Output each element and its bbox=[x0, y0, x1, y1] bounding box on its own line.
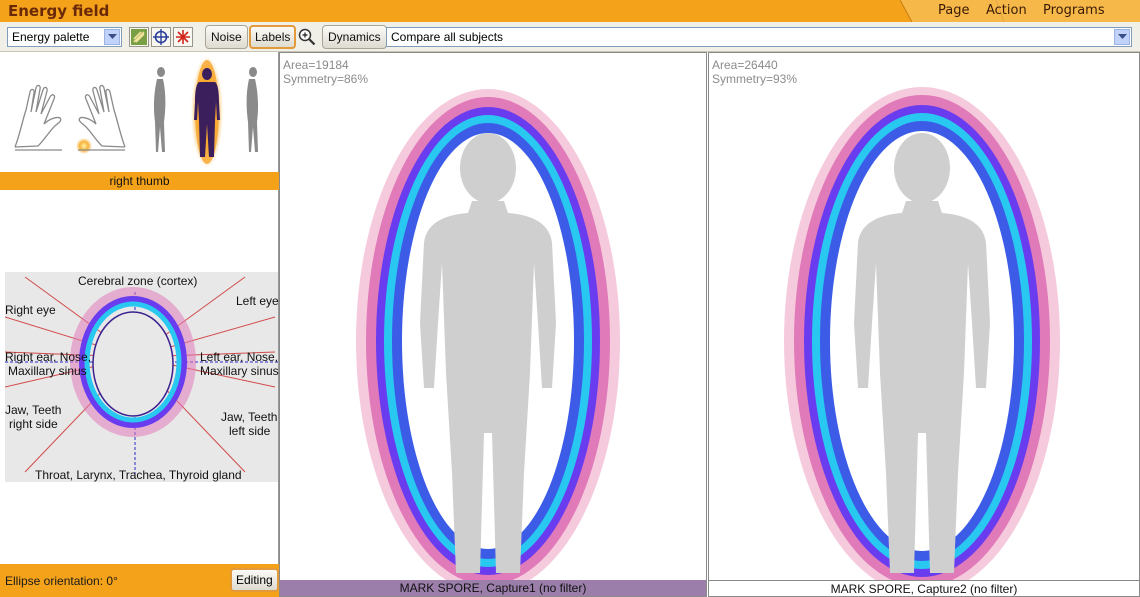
app-title: Energy field bbox=[8, 2, 110, 20]
compare-select-value: Compare all subjects bbox=[391, 30, 504, 44]
editing-button[interactable]: Editing bbox=[230, 568, 279, 592]
area-value: Area=19184 bbox=[283, 58, 349, 72]
crosshair-icon[interactable] bbox=[151, 27, 171, 47]
menu-page[interactable]: Page bbox=[938, 3, 969, 18]
zoom-in-icon[interactable] bbox=[298, 28, 316, 46]
brush-tool-icon[interactable] bbox=[129, 27, 149, 47]
capture-panel-2[interactable]: Area=26440 Symmetry=93% MARK SPORE, Capt… bbox=[708, 52, 1140, 597]
palette-select-value: Energy palette bbox=[12, 30, 90, 44]
zone-map: Cerebral zone (cortex) Left eye Right ey… bbox=[5, 272, 279, 482]
capture-caption: MARK SPORE, Capture2 (no filter) bbox=[709, 580, 1139, 596]
capture-stats: Area=19184 Symmetry=86% bbox=[283, 58, 368, 86]
ellipse-orientation: Ellipse orientation: 0° bbox=[5, 574, 118, 588]
menu-programs[interactable]: Programs bbox=[1043, 3, 1105, 18]
compare-select[interactable]: Compare all subjects bbox=[386, 27, 1132, 47]
zone-right-eye: Right eye bbox=[5, 303, 56, 317]
zone-cerebral: Cerebral zone (cortex) bbox=[78, 274, 198, 288]
status-bar: Ellipse orientation: 0° Editing bbox=[0, 564, 279, 597]
chevron-down-icon[interactable] bbox=[1114, 29, 1130, 45]
zone-right-ear-2: Maxillary sinus bbox=[8, 364, 87, 378]
menu-action[interactable]: Action bbox=[986, 3, 1027, 18]
zone-left-eye: Left eye bbox=[236, 294, 279, 308]
noise-button[interactable]: Noise bbox=[205, 25, 248, 49]
capture-panel-1[interactable]: Area=19184 Symmetry=86% MARK SPORE, Capt… bbox=[279, 52, 707, 597]
subject-thumbnails bbox=[14, 56, 259, 168]
zone-jaw-left-1: Jaw, Teeth bbox=[221, 410, 278, 424]
symmetry-value: Symmetry=86% bbox=[283, 72, 369, 86]
zone-left-ear-1: Left ear, Nose, bbox=[200, 350, 279, 364]
title-bar: Energy field Page Action Programs bbox=[0, 0, 1140, 22]
left-hand-icon[interactable] bbox=[14, 84, 62, 151]
front-body-icon[interactable] bbox=[191, 56, 223, 168]
zone-jaw-left-2: left side bbox=[229, 424, 271, 438]
zone-throat: Throat, Larynx, Trachea, Thyroid gland bbox=[35, 468, 242, 482]
left-panel: right thumb Cerebral zone (cortex) Left … bbox=[0, 52, 279, 597]
palette-select[interactable]: Energy palette bbox=[7, 27, 122, 47]
side-profile-icon[interactable] bbox=[246, 67, 259, 152]
zone-right-ear-1: Right ear, Nose, bbox=[5, 350, 92, 364]
side-profile-icon[interactable] bbox=[153, 67, 166, 152]
right-hand-icon[interactable] bbox=[76, 84, 126, 154]
zone-jaw-right-1: Jaw, Teeth bbox=[5, 403, 62, 417]
toolbar: Energy palette Noise Labels Dynamics Com… bbox=[0, 22, 1140, 52]
labels-button[interactable]: Labels bbox=[249, 25, 297, 49]
menu-bar: Page Action Programs bbox=[900, 0, 1140, 22]
selected-part-label: right thumb bbox=[0, 172, 279, 190]
zone-jaw-right-2: right side bbox=[9, 417, 58, 431]
dynamics-button[interactable]: Dynamics bbox=[322, 25, 387, 49]
zone-left-ear-2: Maxillary sinus bbox=[200, 364, 279, 378]
energy-field-image bbox=[356, 89, 620, 593]
capture-caption: MARK SPORE, Capture1 (no filter) bbox=[280, 580, 706, 596]
energy-field-image bbox=[784, 87, 1060, 595]
chevron-down-icon[interactable] bbox=[104, 29, 120, 45]
symmetry-value: Symmetry=93% bbox=[712, 72, 798, 86]
area-value: Area=26440 bbox=[712, 58, 778, 72]
star-burst-icon[interactable] bbox=[173, 27, 193, 47]
capture-stats: Area=26440 Symmetry=93% bbox=[712, 58, 797, 86]
